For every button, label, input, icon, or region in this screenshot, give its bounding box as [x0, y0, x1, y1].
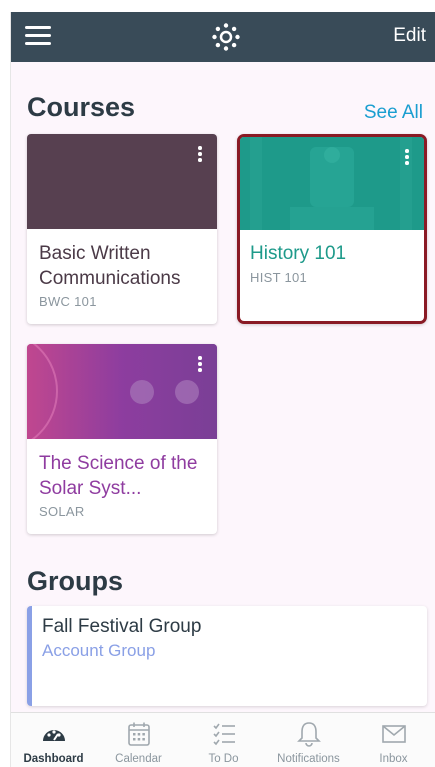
- tab-label: Dashboard: [23, 753, 84, 765]
- tab-label: Inbox: [379, 753, 408, 765]
- bell-icon: [297, 722, 321, 747]
- course-card-solar[interactable]: The Science of the Solar Syst... SOLAR: [27, 344, 217, 534]
- group-card[interactable]: Fall Festival Group Account Group: [27, 606, 427, 706]
- tab-label: Calendar: [115, 753, 162, 765]
- groups-heading: Groups: [27, 566, 124, 596]
- course-card-bwc[interactable]: Basic Written Communications BWC 101: [27, 134, 217, 324]
- bottom-tab-bar: Dashboard Calendar To Do Notifications I…: [11, 712, 435, 767]
- course-banner-image: [240, 137, 424, 230]
- tab-label: Notifications: [277, 753, 340, 765]
- course-name: The Science of the Solar Syst...: [39, 453, 198, 499]
- tab-todo[interactable]: To Do: [181, 713, 266, 767]
- course-card-history[interactable]: History 101 HIST 101: [237, 134, 427, 324]
- tab-inbox[interactable]: Inbox: [351, 713, 435, 767]
- canvas-logo-icon: [212, 23, 240, 51]
- group-type: Account Group: [42, 641, 156, 660]
- group-name: Fall Festival Group: [42, 616, 202, 637]
- tab-calendar[interactable]: Calendar: [96, 713, 181, 767]
- course-code: BWC 101: [39, 294, 97, 309]
- course-options-icon[interactable]: [404, 149, 410, 167]
- app-screen: Edit Courses See All Basic Written Commu…: [10, 12, 435, 767]
- course-code: SOLAR: [39, 504, 85, 519]
- hamburger-menu-icon[interactable]: [25, 26, 51, 48]
- todo-icon: [213, 723, 235, 746]
- course-name: History 101: [250, 243, 347, 264]
- tab-label: To Do: [208, 753, 239, 765]
- courses-heading: Courses: [27, 92, 136, 122]
- course-name: Basic Written Communications: [39, 243, 181, 289]
- course-code: HIST 101: [250, 270, 308, 285]
- course-options-icon[interactable]: [197, 146, 203, 164]
- see-all-link[interactable]: See All: [364, 102, 423, 124]
- tab-dashboard[interactable]: Dashboard: [11, 713, 96, 767]
- top-navigation-bar: Edit: [11, 12, 435, 62]
- inbox-icon: [382, 725, 406, 743]
- edit-button[interactable]: Edit: [393, 25, 426, 47]
- dashboard-icon: [43, 730, 65, 741]
- calendar-icon: [128, 722, 150, 746]
- course-options-icon[interactable]: [197, 356, 203, 374]
- course-banner: [27, 134, 217, 229]
- course-banner-image: [27, 344, 217, 439]
- tab-notifications[interactable]: Notifications: [266, 713, 351, 767]
